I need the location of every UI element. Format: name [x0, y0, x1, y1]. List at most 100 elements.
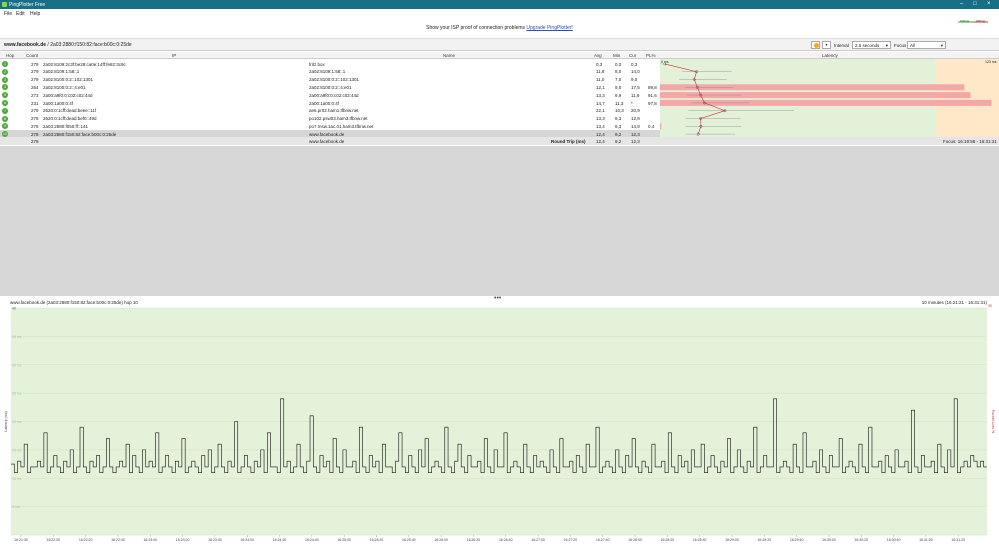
cell-name: 2a02:8100:0:2::102:1301	[309, 77, 360, 83]
cell-avg: 11,0	[596, 77, 605, 83]
x-tick-label: 16:21:40	[14, 538, 28, 542]
cell-cur: 9,0	[631, 77, 638, 83]
cell-pl: 91,6	[648, 92, 657, 98]
target-bar: www.facebook.de / 2a03:2880:f150:82:face…	[0, 38, 999, 51]
cell-cur: 14,8	[631, 123, 640, 129]
app-icon	[2, 2, 7, 7]
menu-edit[interactable]: Edit	[16, 11, 25, 17]
summary-label: Round Trip (ms)	[551, 139, 586, 144]
col-name[interactable]: Name	[443, 53, 455, 58]
cell-pl: 89,8	[648, 84, 657, 90]
col-avg[interactable]: Avg	[594, 53, 602, 58]
interval-select[interactable]: 2.5 seconds ▾	[852, 41, 891, 49]
y2-axis-label: Packet Loss %	[991, 410, 995, 433]
cell-cur: *	[631, 100, 633, 106]
cell-ip: 2a02:8109:1:58::1	[43, 69, 80, 75]
cell-name: po102.psw03.ham3.tfbnw.net	[309, 116, 368, 122]
cell-cur: 12,3	[631, 131, 640, 137]
cell-avg: 12,4	[596, 131, 605, 137]
x-tick-label: 16:22:00	[47, 538, 61, 542]
packet-loss-bar	[660, 123, 662, 130]
target-name: www.facebook.de	[4, 42, 47, 48]
cell-avg: 13,3	[596, 92, 605, 98]
hop-status-icon: 4	[2, 84, 8, 91]
cell-avg: 14,7	[596, 100, 605, 106]
latency-warn-zone	[935, 59, 999, 139]
legend-high-label: 200ms	[976, 19, 986, 23]
y-tick-label: 25 ms	[12, 392, 22, 396]
cell-cur: 17,5	[631, 84, 640, 90]
cell-cur: 20,9	[631, 108, 640, 114]
minimize-icon[interactable]: –	[960, 1, 963, 7]
pause-button[interactable]	[811, 41, 820, 49]
focus-range: Focus: 16:19:58 - 16:31:31	[943, 139, 997, 144]
cell-count: 279	[31, 108, 39, 114]
y-tick-label: 20 ms	[12, 420, 22, 424]
cell-count: 278	[31, 123, 39, 129]
y-axis-label: Latency (ms)	[4, 411, 8, 431]
cell-min: 0,2	[615, 61, 622, 67]
x-tick-label: 16:30:40	[887, 538, 901, 542]
hop-status-icon: 6	[2, 100, 8, 106]
x-tick-label: 16:22:40	[111, 538, 125, 542]
hop-status-icon: 5	[2, 92, 8, 99]
summary-min: 9,2	[615, 139, 622, 144]
y-tick-label: 15 ms	[12, 448, 22, 452]
timeline-chart: 40 35 ms 30 ms 25 ms 20 ms 15 ms 10 ms 5 ms 30 16…	[4, 304, 995, 542]
interval-label: Interval	[834, 43, 849, 48]
col-ip[interactable]: IP	[172, 53, 176, 58]
promo-banner: Show your ISP proof of connection proble…	[0, 18, 999, 38]
x-tick-label: 16:31:00	[919, 538, 933, 542]
cell-cur: 0,3	[631, 61, 638, 67]
hop-status-icon: 3	[2, 76, 8, 83]
focus-select[interactable]: All ▾	[907, 41, 946, 49]
cell-avg: 13,4	[596, 123, 605, 129]
cell-count: 279	[31, 77, 39, 83]
pause-icon	[813, 43, 819, 48]
summary-count: 278	[31, 139, 39, 144]
latency-min-label: 0 ms	[661, 60, 669, 64]
x-tick-label: 16:26:00	[434, 538, 448, 542]
cell-count: 264	[31, 84, 39, 90]
col-min[interactable]: Min	[613, 53, 620, 58]
x-tick-label: 16:27:40	[596, 538, 610, 542]
x-tick-label: 16:24:20	[273, 538, 287, 542]
cell-avg: 12,1	[596, 84, 605, 90]
cell-pl: 0,4	[648, 123, 655, 129]
close-icon[interactable]: ×	[987, 1, 991, 7]
col-pl[interactable]: PL%	[646, 53, 656, 58]
cell-ip: 2620:0:1cff:dead:beee::11f	[43, 108, 97, 114]
x-tick-label: 16:30:00	[822, 538, 836, 542]
maximize-icon[interactable]: □	[973, 1, 977, 7]
cell-ip: 2a00:1a00:0:4f	[43, 100, 74, 106]
chevron-down-icon[interactable]: ▾	[822, 41, 831, 49]
y-tick-label: 40	[12, 307, 16, 311]
cell-name: po7.msw.1ac.01.ham3.tfbnw.net	[309, 123, 374, 129]
upgrade-link[interactable]: Upgrade PingPlotter!	[526, 25, 572, 31]
col-hop[interactable]: Hop	[6, 53, 14, 58]
cell-name: 2a02:8100:0:2::4:e01	[309, 84, 352, 90]
col-cur[interactable]: Cur	[629, 53, 636, 58]
empty-panel	[0, 146, 999, 296]
latency-good-zone	[660, 59, 936, 139]
x-tick-label: 16:27:00	[531, 538, 545, 542]
col-latency[interactable]: Latency	[822, 53, 838, 58]
cell-min: 9,9	[615, 92, 622, 98]
hop-status-icon: 1	[2, 61, 8, 67]
menu-help[interactable]: Help	[30, 11, 40, 17]
col-count[interactable]: Count	[26, 53, 38, 58]
x-tick-label: 16:25:40	[402, 538, 416, 542]
menu-file[interactable]: File	[4, 11, 12, 17]
cell-min: 9,2	[615, 131, 622, 137]
round-trip-summary: 278 www.facebook.de Round Trip (ms) 12,4…	[0, 137, 999, 145]
cell-cur: 12,9	[631, 116, 640, 122]
cell-name: www.facebook.de	[309, 131, 345, 137]
cell-ip: 2a02:8100:0:2::4:e01	[43, 84, 86, 90]
cell-pl: 97,8	[648, 100, 657, 106]
x-tick-label: 16:24:00	[240, 538, 254, 542]
x-tick-label: 16:28:20	[661, 538, 675, 542]
y-tick-label: 35 ms	[12, 335, 22, 339]
x-tick-label: 16:25:00	[337, 538, 351, 542]
hop-status-icon: 7	[2, 107, 8, 114]
y-tick-label: 5 ms	[12, 505, 20, 509]
